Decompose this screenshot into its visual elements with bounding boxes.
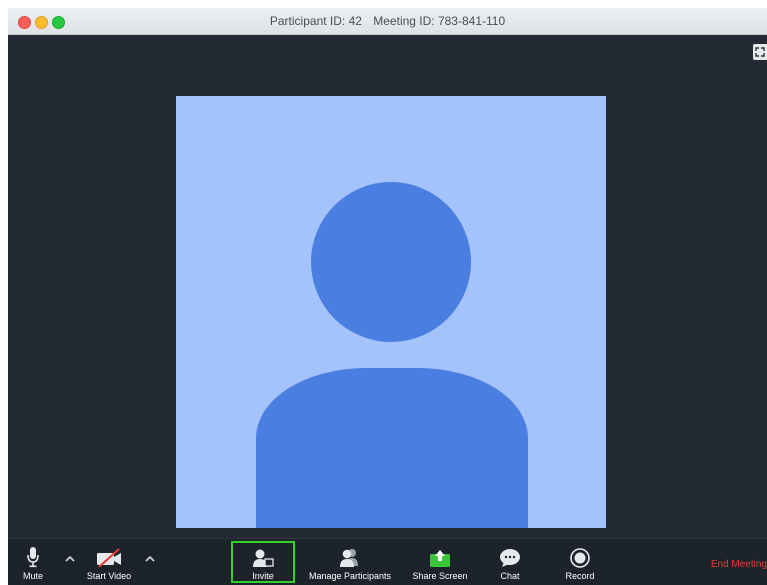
invite-label: Invite xyxy=(252,571,274,581)
share-screen-icon xyxy=(430,550,450,567)
zoom-meeting-window: Participant ID: 42 Meeting ID: 783-841-1… xyxy=(8,8,767,585)
start-video-button[interactable]: Start Video xyxy=(78,539,140,585)
chat-icon xyxy=(500,549,520,567)
participant-video-tile xyxy=(176,96,606,528)
video-camera-off-icon xyxy=(97,548,121,568)
share-screen-label: Share Screen xyxy=(412,571,468,581)
chevron-up-icon xyxy=(145,555,155,562)
chat-label: Chat xyxy=(500,571,520,581)
video-area xyxy=(8,35,767,539)
meeting-id: Meeting ID: 783-841-110 xyxy=(373,14,506,28)
invite-button[interactable]: Invite xyxy=(233,539,293,585)
record-button[interactable]: Record xyxy=(558,539,602,585)
mute-label: Mute xyxy=(22,571,43,581)
avatar-head xyxy=(311,182,471,342)
share-screen-button[interactable]: Share Screen xyxy=(405,539,475,585)
participants-icon xyxy=(340,549,358,567)
meeting-toolbar: Mute Start Video Invite Manage Participa… xyxy=(8,538,767,585)
chevron-up-icon xyxy=(65,555,75,562)
manage-participants-label: Manage Participants xyxy=(308,571,392,581)
record-icon xyxy=(570,548,590,568)
microphone-icon xyxy=(27,547,39,568)
chat-button[interactable]: Chat xyxy=(488,539,532,585)
fullscreen-icon xyxy=(755,47,765,57)
end-meeting-button[interactable]: End Meeting xyxy=(711,559,767,570)
invite-icon xyxy=(253,549,274,567)
manage-participants-button[interactable]: Manage Participants xyxy=(298,539,402,585)
mute-button[interactable]: Mute xyxy=(16,539,50,585)
participant-id: Participant ID: 42 xyxy=(269,14,362,28)
fullscreen-button[interactable] xyxy=(753,44,767,60)
title-bar: Participant ID: 42 Meeting ID: 783-841-1… xyxy=(8,8,767,35)
record-label: Record xyxy=(565,571,595,581)
avatar-body xyxy=(256,368,528,528)
audio-options-caret[interactable] xyxy=(64,553,76,565)
start-video-label: Start Video xyxy=(86,571,132,581)
video-options-caret[interactable] xyxy=(144,553,156,565)
window-title: Participant ID: 42 Meeting ID: 783-841-1… xyxy=(8,14,767,28)
